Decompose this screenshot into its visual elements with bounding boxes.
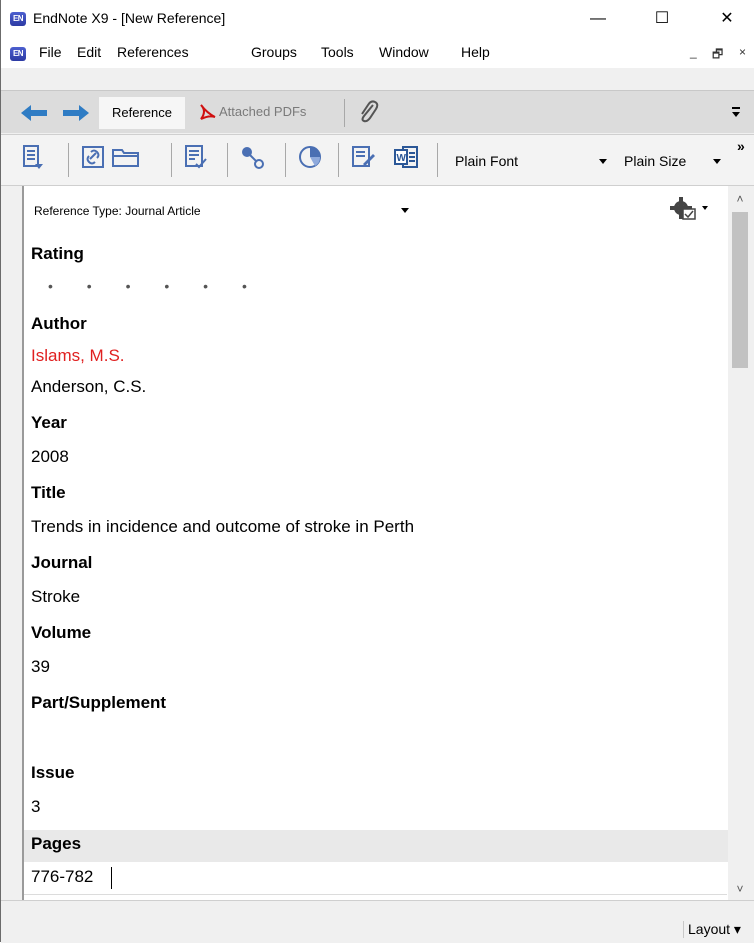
tab-attached-pdfs[interactable]: Attached PDFs [219, 104, 306, 119]
edit-note-icon[interactable] [351, 144, 377, 170]
size-dropdown-arrow-icon[interactable] [713, 159, 721, 165]
menu-bar: EN File Edit References Groups Tools Win… [1, 38, 754, 68]
title-value[interactable]: Trends in incidence and outcome of strok… [31, 517, 414, 537]
rating-stars[interactable]: • • • • • • [48, 278, 262, 294]
toolbar-separator [285, 143, 286, 177]
text-cursor [111, 867, 112, 889]
scroll-thumb[interactable] [732, 212, 748, 368]
field-label-journal: Journal [31, 553, 93, 572]
author-value[interactable]: Anderson, C.S. [31, 377, 146, 397]
field-label-title: Title [31, 483, 66, 502]
menu-help[interactable]: Help [461, 44, 490, 60]
field-label-pages: Pages [31, 834, 82, 853]
size-dropdown[interactable]: Plain Size [624, 153, 686, 169]
reference-tab-bar: Reference Attached PDFs [1, 90, 754, 133]
toolbar-separator [437, 143, 438, 177]
mdi-minimize-button[interactable]: _ [690, 45, 697, 59]
reference-type-label: Reference Type: [34, 204, 122, 218]
layout-button[interactable]: Layout ▾ [683, 921, 741, 938]
year-value[interactable]: 2008 [31, 447, 69, 467]
menu-groups[interactable]: Groups [251, 44, 297, 60]
layout-label: Layout [688, 921, 731, 937]
tab-menu-dropdown-icon[interactable] [731, 105, 741, 119]
vertical-scrollbar[interactable]: ˄ ˅ [728, 186, 750, 900]
journal-value[interactable]: Stroke [31, 587, 80, 607]
reference-check-icon[interactable] [183, 144, 209, 170]
field-label-issue: Issue [31, 763, 75, 782]
font-dropdown[interactable]: Plain Font [455, 153, 518, 169]
gear-settings-icon[interactable] [670, 196, 710, 222]
scroll-down-arrow-icon[interactable]: ˅ [732, 880, 748, 898]
field-label-year: Year [31, 413, 67, 432]
folder-icon[interactable] [111, 144, 141, 170]
pages-input[interactable] [24, 862, 727, 895]
endnote-window: EN EndNote X9 - [New Reference] — ☐ ✕ EN… [0, 0, 754, 943]
reference-type-dropdown-icon[interactable] [401, 208, 409, 214]
toolbar-overflow-button[interactable]: » [737, 138, 745, 154]
toolbar-separator [171, 143, 172, 177]
mdi-close-button[interactable]: × [739, 45, 746, 59]
tab-separator [344, 99, 345, 127]
toolbar-separator [338, 143, 339, 177]
minimize-button[interactable]: — [575, 0, 621, 38]
menu-edit[interactable]: Edit [77, 44, 101, 60]
paperclip-icon[interactable] [356, 99, 380, 125]
field-label-volume: Volume [31, 623, 92, 642]
field-label-author: Author [31, 314, 87, 333]
window-title: EndNote X9 - [New Reference] [33, 10, 226, 26]
reference-type-row: Reference Type: Journal Article [34, 204, 201, 218]
svg-text:W: W [397, 153, 407, 164]
mdi-restore-button[interactable]: 🗗 [712, 45, 723, 66]
insert-note-icon[interactable] [21, 144, 47, 170]
volume-value[interactable]: 39 [31, 657, 50, 677]
reference-editor: Reference Type: Journal Article Rating •… [22, 186, 730, 900]
menu-window[interactable]: Window [379, 44, 429, 60]
scroll-up-arrow-icon[interactable]: ˄ [732, 190, 748, 208]
word-icon[interactable]: W [393, 144, 419, 170]
field-label-part-supplement: Part/Supplement [31, 693, 167, 712]
status-bar: Layout ▾ [1, 900, 754, 943]
editor-toolbar: W Plain Font Plain Size » [1, 134, 754, 186]
pie-chart-icon[interactable] [297, 144, 323, 170]
back-arrow-icon[interactable] [21, 105, 47, 121]
tab-reference[interactable]: Reference [99, 97, 185, 129]
menu-tools[interactable]: Tools [321, 44, 354, 60]
toolbar-separator [227, 143, 228, 177]
close-button[interactable]: ✕ [704, 0, 750, 38]
find-full-text-icon[interactable] [240, 144, 266, 170]
issue-value[interactable]: 3 [31, 797, 40, 817]
toolbar-separator [68, 143, 69, 177]
menu-file[interactable]: File [39, 44, 62, 60]
menu-references[interactable]: References [117, 44, 189, 60]
endnote-logo-icon: EN [10, 12, 26, 26]
pdf-icon [200, 104, 216, 120]
pages-field-header [24, 830, 728, 862]
field-label-rating: Rating [31, 244, 84, 263]
pages-value[interactable]: 776-782 [31, 867, 93, 887]
author-value[interactable]: Islams, M.S. [31, 346, 125, 366]
reference-type-select[interactable]: Journal Article [125, 204, 200, 218]
title-bar: EN EndNote X9 - [New Reference] — ☐ ✕ [1, 0, 754, 38]
forward-arrow-icon[interactable] [63, 105, 89, 121]
maximize-button[interactable]: ☐ [639, 0, 685, 38]
link-icon[interactable] [81, 144, 107, 170]
font-dropdown-arrow-icon[interactable] [599, 159, 607, 165]
endnote-menu-icon[interactable]: EN [10, 47, 26, 61]
